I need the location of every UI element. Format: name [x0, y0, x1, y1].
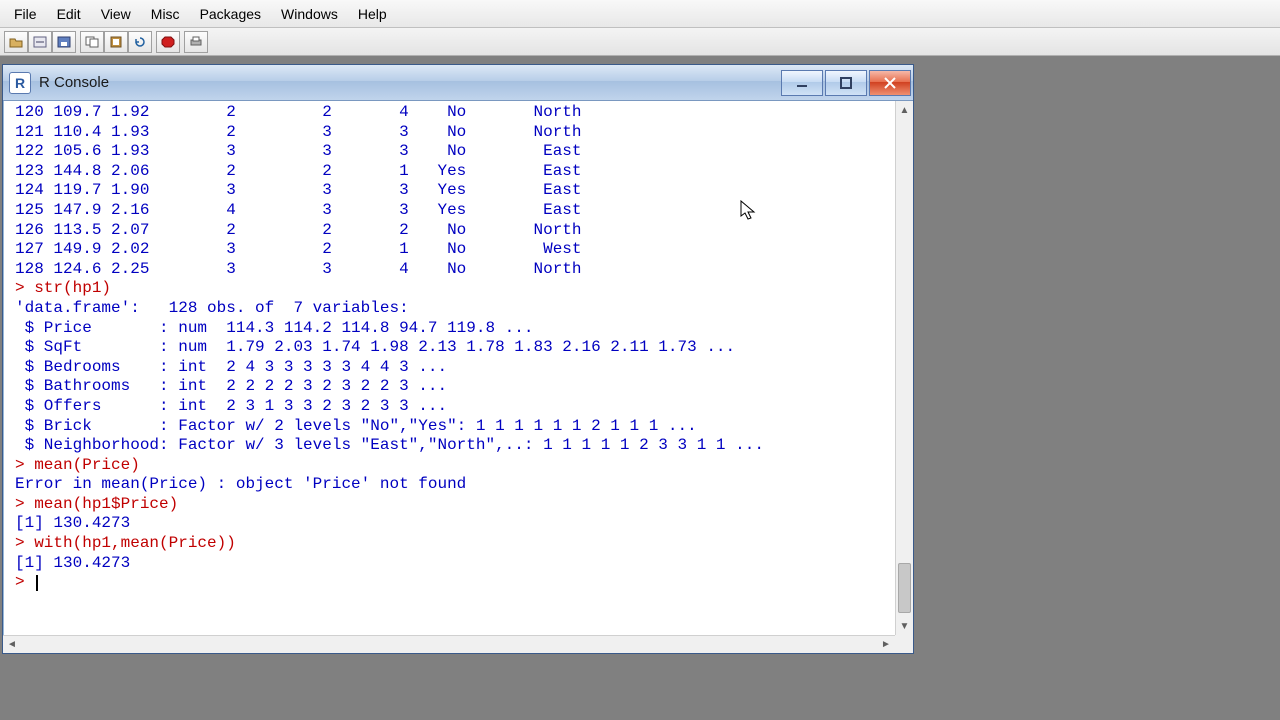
r-console-window: R R Console 120 109.7 1.92 2 2 4 No Nort… — [2, 64, 914, 654]
copy-button[interactable] — [80, 31, 104, 53]
menu-windows[interactable]: Windows — [271, 2, 348, 26]
resize-grip[interactable] — [895, 635, 913, 653]
menu-file[interactable]: File — [4, 2, 47, 26]
scroll-down-icon[interactable]: ▼ — [896, 617, 913, 635]
refresh-button[interactable] — [128, 31, 152, 53]
menu-view[interactable]: View — [91, 2, 141, 26]
scroll-thumb[interactable] — [898, 563, 911, 613]
open-button[interactable] — [4, 31, 28, 53]
console-body: 120 109.7 1.92 2 2 4 No North 121 110.4 … — [3, 101, 913, 653]
paste-button[interactable] — [104, 31, 128, 53]
scroll-up-icon[interactable]: ▲ — [896, 101, 913, 119]
menu-help[interactable]: Help — [348, 2, 397, 26]
menu-packages[interactable]: Packages — [190, 2, 271, 26]
workspace: R R Console 120 109.7 1.92 2 2 4 No Nort… — [0, 56, 1280, 720]
vertical-scrollbar[interactable]: ▲ ▼ — [895, 101, 913, 635]
console-output[interactable]: 120 109.7 1.92 2 2 4 No North 121 110.4 … — [3, 101, 895, 635]
minimize-button[interactable] — [781, 70, 823, 96]
toolbar — [0, 28, 1280, 56]
scroll-right-icon[interactable]: ► — [877, 636, 895, 653]
load-workspace-button[interactable] — [28, 31, 52, 53]
close-button[interactable] — [869, 70, 911, 96]
scroll-left-icon[interactable]: ◄ — [3, 636, 21, 653]
menu-misc[interactable]: Misc — [141, 2, 190, 26]
save-button[interactable] — [52, 31, 76, 53]
stop-button[interactable] — [156, 31, 180, 53]
r-logo-icon: R — [9, 72, 31, 94]
titlebar[interactable]: R R Console — [3, 65, 913, 101]
print-button[interactable] — [184, 31, 208, 53]
window-title: R Console — [39, 74, 779, 91]
horizontal-scrollbar[interactable]: ◄ ► — [3, 635, 895, 653]
menubar: File Edit View Misc Packages Windows Hel… — [0, 0, 1280, 28]
maximize-button[interactable] — [825, 70, 867, 96]
menu-edit[interactable]: Edit — [47, 2, 91, 26]
